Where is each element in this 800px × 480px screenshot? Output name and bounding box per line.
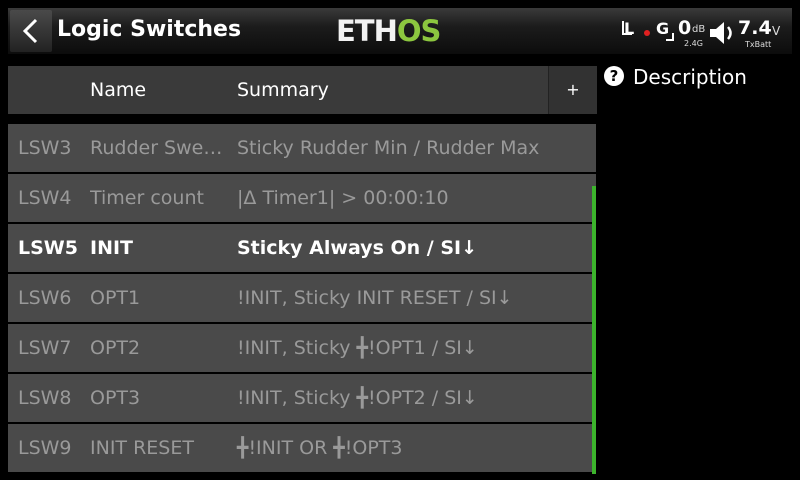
battery-value: 7.4 <box>738 17 772 39</box>
table-row[interactable]: LSW4 Timer count |Δ Timer1| > 00:00:10 <box>8 174 596 222</box>
table-row[interactable]: LSW6 OPT1 !INIT, Sticky INIT RESET / SI↓ <box>8 274 596 322</box>
row-name: Timer count <box>90 187 204 209</box>
row-name: OPT3 <box>90 387 141 409</box>
table-row[interactable]: LSW8 OPT3 !INIT, Sticky ╋!OPT2 / SI↓ <box>8 374 596 422</box>
rssi-band: 2.4G <box>684 39 703 48</box>
scrollbar[interactable] <box>592 186 596 474</box>
page-title: Logic Switches <box>57 17 242 42</box>
row-name: OPT1 <box>90 287 141 309</box>
table-row[interactable]: LSW3 Rudder Swe… Sticky Rudder Min / Rud… <box>8 124 596 172</box>
table-row-selected[interactable]: LSW5 INIT Sticky Always On / SI↓ <box>8 224 596 272</box>
logic-switches-table: Name Summary + LSW3 Rudder Swe… Sticky R… <box>8 66 597 474</box>
row-summary: ╋!INIT OR ╋!OPT3 <box>237 437 403 459</box>
rssi-value: 0 <box>678 17 692 39</box>
description-label: Description <box>633 65 747 89</box>
battery-label: TxBatt <box>745 40 772 49</box>
table-header: Name Summary + <box>8 66 597 114</box>
rssi-unit: dB <box>692 24 706 35</box>
battery-unit: V <box>772 24 781 38</box>
row-summary: Sticky Rudder Min / Rudder Max <box>237 137 540 159</box>
row-name: INIT <box>90 237 134 259</box>
header-bar: Logic Switches ETHOS L G 0 dB 2.4G 7.4 V… <box>0 0 800 62</box>
row-summary: |Δ Timer1| > 00:00:10 <box>237 187 449 209</box>
row-id: LSW4 <box>18 187 72 209</box>
row-id: LSW3 <box>18 137 72 159</box>
row-name: INIT RESET <box>90 437 194 459</box>
table-row[interactable]: LSW9 INIT RESET ╋!INIT OR ╋!OPT3 <box>8 424 596 472</box>
row-id: LSW6 <box>18 287 72 309</box>
row-name: OPT2 <box>90 337 141 359</box>
table-rows: LSW3 Rudder Swe… Sticky Rudder Min / Rud… <box>8 120 596 474</box>
row-summary: Sticky Always On / SI↓ <box>237 237 478 259</box>
row-name: Rudder Swe… <box>90 137 223 159</box>
help-icon: ? <box>604 66 624 86</box>
column-header-summary: Summary <box>237 79 329 101</box>
back-button[interactable] <box>10 10 52 52</box>
receiver-status-icon: L G <box>622 19 678 45</box>
row-summary: !INIT, Sticky INIT RESET / SI↓ <box>237 287 513 309</box>
speaker-icon[interactable] <box>708 20 738 46</box>
row-id: LSW5 <box>18 237 78 259</box>
row-summary: !INIT, Sticky ╋!OPT2 / SI↓ <box>237 387 478 409</box>
table-row[interactable]: LSW7 OPT2 !INIT, Sticky ╋!OPT1 / SI↓ <box>8 324 596 372</box>
ethos-logo: ETHOS <box>336 14 441 48</box>
chevron-left-icon <box>22 18 38 44</box>
add-button[interactable]: + <box>548 66 597 114</box>
row-id: LSW9 <box>18 437 72 459</box>
row-summary: !INIT, Sticky ╋!OPT1 / SI↓ <box>237 337 478 359</box>
row-id: LSW7 <box>18 337 72 359</box>
record-dot-icon <box>644 30 650 36</box>
column-header-name: Name <box>90 79 147 101</box>
row-id: LSW8 <box>18 387 72 409</box>
